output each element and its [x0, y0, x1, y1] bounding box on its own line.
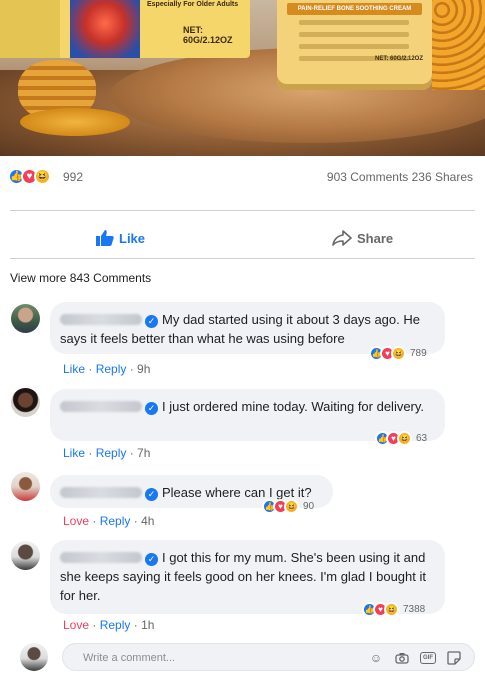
honey-spill — [20, 108, 130, 136]
share-button[interactable]: Share — [332, 230, 393, 246]
laughing-face-icon: 😆 — [384, 602, 399, 617]
comment-meta: Like · Reply · 7h — [63, 446, 151, 460]
comment-love-button[interactable]: Love — [63, 618, 89, 632]
avatar[interactable] — [11, 304, 40, 333]
comment-reactions[interactable]: 👍 ♥ 😆 90 — [262, 499, 314, 514]
box-body-illustration — [70, 0, 140, 58]
comment-meta: Like · Reply · 9h — [63, 362, 151, 376]
product-box: Especially For Older Adults NET: 60G/2.1… — [0, 0, 250, 58]
gif-icon[interactable]: GIF — [420, 652, 436, 664]
comment-reply-button[interactable]: Reply — [96, 362, 127, 376]
verified-badge-icon: ✓ — [145, 402, 158, 415]
comment-like-button[interactable]: Like — [63, 446, 85, 460]
comment-time[interactable]: 9h — [137, 362, 150, 376]
comment-reply-button[interactable]: Reply — [100, 618, 131, 632]
share-arrow-icon — [332, 230, 352, 246]
commenter-name[interactable] — [60, 487, 142, 498]
verified-badge-icon: ✓ — [145, 315, 158, 328]
comment-time[interactable]: 4h — [141, 514, 154, 528]
commenter-name[interactable] — [60, 314, 142, 325]
emoji-icon[interactable]: ☺ — [368, 650, 384, 666]
commenter-name[interactable] — [60, 552, 142, 563]
comment-reactions[interactable]: 👍 ♥ 😆 7388 — [362, 602, 425, 617]
comment-reaction-count: 789 — [410, 348, 427, 359]
avatar[interactable] — [11, 388, 40, 417]
laughing-face-icon: 😆 — [34, 168, 51, 185]
comment-reaction-count: 63 — [416, 433, 428, 444]
product-jar: PAIN-RELIEF BONE SOOTHING CREAM NET: 60G… — [277, 0, 432, 90]
comment-reaction-count: 7388 — [403, 604, 426, 615]
like-button[interactable]: Like — [96, 230, 145, 246]
sticker-icon[interactable] — [446, 650, 462, 666]
composer-tools: ☺ GIF — [368, 650, 462, 666]
comment-reaction-count: 90 — [303, 501, 315, 512]
thumbs-up-icon — [96, 230, 114, 246]
post-image[interactable]: Especially For Older Adults NET: 60G/2.1… — [0, 0, 485, 156]
jar-label-band: PAIN-RELIEF BONE SOOTHING CREAM — [287, 3, 422, 15]
laughing-face-icon: 😆 — [391, 346, 406, 361]
comment-meta: Love · Reply · 4h — [63, 514, 155, 528]
post-actions: Like Share — [0, 226, 485, 252]
camera-icon[interactable] — [394, 650, 410, 666]
laughing-face-icon: 😆 — [284, 499, 299, 514]
comment-input-box[interactable]: ☺ GIF — [62, 643, 475, 671]
comments-shares-count[interactable]: 903 Comments 236 Shares — [327, 170, 473, 184]
box-tagline: Especially For Older Adults — [147, 1, 239, 8]
post-stats: 👍 ♥ 😆 992 903 Comments 236 Shares — [0, 166, 485, 188]
comment-composer: ☺ GIF — [0, 640, 485, 676]
divider — [10, 210, 475, 211]
like-button-label: Like — [119, 230, 146, 246]
jar-net-weight: NET: 60G/2.12OZ — [375, 56, 424, 62]
divider — [10, 258, 475, 259]
comment-reply-button[interactable]: Reply — [96, 446, 127, 460]
comment-reactions[interactable]: 👍 ♥ 😆 63 — [375, 431, 427, 446]
honeycomb — [432, 0, 485, 90]
comment-like-button[interactable]: Like — [63, 362, 85, 376]
jar-band-text: PAIN-RELIEF BONE SOOTHING CREAM — [297, 6, 412, 12]
box-side-strip — [0, 0, 60, 58]
verified-badge-icon: ✓ — [145, 488, 158, 501]
comment-text: Please where can I get it? — [162, 485, 312, 500]
reaction-icons[interactable]: 👍 ♥ 😆 — [8, 168, 51, 185]
avatar[interactable] — [11, 541, 40, 570]
comment-love-button[interactable]: Love — [63, 514, 89, 528]
box-net-weight: NET: 60G/2.12OZ — [183, 25, 233, 45]
comment-meta: Love · Reply · 1h — [63, 618, 155, 632]
commenter-name[interactable] — [60, 401, 142, 412]
verified-badge-icon: ✓ — [145, 553, 158, 566]
comment-time[interactable]: 7h — [137, 446, 150, 460]
share-button-label: Share — [357, 230, 394, 246]
avatar[interactable] — [11, 472, 40, 501]
laughing-face-icon: 😆 — [397, 431, 412, 446]
comment-reply-button[interactable]: Reply — [100, 514, 131, 528]
comment-input[interactable] — [83, 649, 343, 667]
comment-reactions[interactable]: 👍 ♥ 😆 789 — [369, 346, 427, 361]
reaction-count[interactable]: 992 — [63, 170, 83, 184]
avatar[interactable] — [20, 643, 48, 671]
view-more-comments-link[interactable]: View more 843 Comments — [10, 271, 151, 285]
comment-text: I just ordered mine today. Waiting for d… — [162, 399, 425, 414]
comment-time[interactable]: 1h — [141, 618, 154, 632]
